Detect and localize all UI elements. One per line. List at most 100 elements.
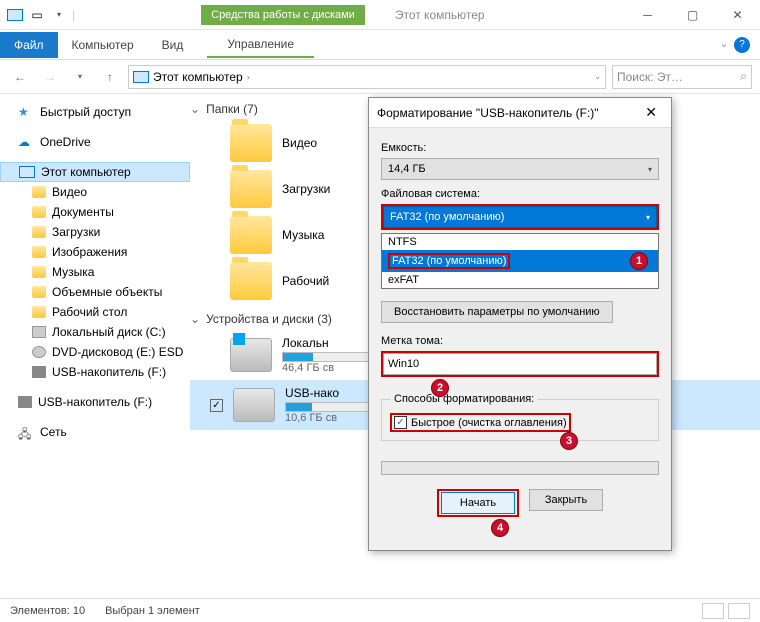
folder-icon xyxy=(230,124,272,162)
usb-icon xyxy=(18,396,32,408)
folder-icon xyxy=(230,170,272,208)
sidebar-item-documents[interactable]: Документы xyxy=(0,202,190,222)
drive-icon xyxy=(230,338,272,372)
sidebar-item-videos[interactable]: Видео xyxy=(0,182,190,202)
contextual-tab-header: Средства работы с дисками xyxy=(201,5,365,25)
callout-1: 1 xyxy=(630,252,648,270)
volume-label-label: Метка тома: xyxy=(381,335,659,347)
recent-locations-button[interactable]: ▾ xyxy=(68,65,92,89)
folder-icon xyxy=(32,226,46,238)
search-placeholder: Поиск: Эт… xyxy=(617,70,683,84)
folder-icon xyxy=(32,286,46,298)
disc-icon xyxy=(32,346,46,358)
sidebar-item-downloads[interactable]: Загрузки xyxy=(0,222,190,242)
address-bar: ← → ▾ ↑ Этот компьютер › ⌄ Поиск: Эт… ⌕ xyxy=(0,60,760,94)
capacity-select[interactable]: 14,4 ГБ▾ xyxy=(381,158,659,180)
filesystem-option-fat32[interactable]: FAT32 (по умолчанию) 1 xyxy=(382,250,658,272)
dialog-title: Форматирование "USB-накопитель (F:)" xyxy=(377,106,599,120)
drive-icon xyxy=(233,388,275,422)
sidebar-item-pictures[interactable]: Изображения xyxy=(0,242,190,262)
sidebar-item-music[interactable]: Музыка xyxy=(0,262,190,282)
filesystem-option-exfat[interactable]: exFAT xyxy=(382,272,658,288)
qat-dropdown-icon[interactable]: ▾ xyxy=(50,6,68,24)
pc-icon xyxy=(19,166,35,178)
window-controls: ─ ▢ ✕ xyxy=(625,0,760,30)
drive-icon xyxy=(32,326,46,338)
filesystem-dropdown: NTFS FAT32 (по умолчанию) 1 exFAT xyxy=(381,233,659,289)
view-large-icons-button[interactable] xyxy=(728,603,750,619)
restore-defaults-button[interactable]: Восстановить параметры по умолчанию xyxy=(381,301,613,323)
chevron-down-icon: ⌄ xyxy=(190,102,200,116)
format-dialog: Форматирование "USB-накопитель (F:)" ✕ Е… xyxy=(368,97,672,551)
ribbon-tab-computer[interactable]: Компьютер xyxy=(58,32,148,58)
location-icon xyxy=(133,71,149,83)
ribbon-tab-manage[interactable]: Управление xyxy=(207,32,314,58)
sidebar-onedrive[interactable]: ☁OneDrive xyxy=(0,132,190,152)
back-button[interactable]: ← xyxy=(8,65,32,89)
item-checkbox[interactable]: ✓ xyxy=(210,399,223,412)
address-dropdown-icon[interactable]: ⌄ xyxy=(594,72,601,81)
titlebar: ▭ ▾ | Средства работы с дисками Этот ком… xyxy=(0,0,760,30)
filesystem-option-ntfs[interactable]: NTFS xyxy=(382,234,658,250)
sidebar-quick-access[interactable]: ★Быстрый доступ xyxy=(0,102,190,122)
usb-icon xyxy=(32,366,46,378)
sidebar-usb-drive-f-2[interactable]: USB-накопитель (F:) xyxy=(0,392,190,412)
view-details-button[interactable] xyxy=(702,603,724,619)
status-bar: Элементов: 10 Выбран 1 элемент xyxy=(0,598,760,622)
chevron-down-icon: ▾ xyxy=(646,213,650,222)
help-icon[interactable]: ? xyxy=(734,37,750,53)
sidebar-item-dvd-drive-e[interactable]: DVD-дисковод (E:) ESD xyxy=(0,342,190,362)
maximize-button[interactable]: ▢ xyxy=(670,0,715,30)
folder-icon xyxy=(32,246,46,258)
folder-icon xyxy=(230,216,272,254)
star-icon: ★ xyxy=(18,105,34,119)
callout-3: 3 xyxy=(560,432,578,450)
volume-label-input[interactable]: Win10 xyxy=(383,353,657,375)
folder-icon xyxy=(32,186,46,198)
chevron-down-icon: ▾ xyxy=(648,165,652,174)
dialog-close-button[interactable]: ✕ xyxy=(639,104,663,121)
sidebar-network[interactable]: 🖧Сеть xyxy=(0,422,190,442)
close-format-button[interactable]: Закрыть xyxy=(529,489,603,511)
sidebar-this-pc[interactable]: Этот компьютер xyxy=(0,162,190,182)
sidebar-item-usb-drive-f[interactable]: USB-накопитель (F:) xyxy=(0,362,190,382)
status-selection: Выбран 1 элемент xyxy=(105,605,200,617)
format-progress-bar xyxy=(381,461,659,475)
cloud-icon: ☁ xyxy=(18,135,34,149)
navigation-pane: ★Быстрый доступ ☁OneDrive Этот компьютер… xyxy=(0,94,190,598)
qat-properties-icon[interactable]: ▭ xyxy=(28,6,46,24)
up-button[interactable]: ↑ xyxy=(98,65,122,89)
sidebar-item-desktop[interactable]: Рабочий стол xyxy=(0,302,190,322)
start-button[interactable]: Начать xyxy=(441,492,515,514)
format-methods-fieldset: Способы форматирования: ✓ Быстрое (очист… xyxy=(381,393,659,441)
folder-icon xyxy=(32,306,46,318)
quick-format-checkbox[interactable]: ✓ Быстрое (очистка оглавления) xyxy=(394,416,567,429)
status-item-count: Элементов: 10 xyxy=(10,605,85,617)
breadcrumb[interactable]: Этот компьютер xyxy=(153,70,243,84)
window-title: Этот компьютер xyxy=(395,8,485,22)
filesystem-label: Файловая система: xyxy=(381,188,659,200)
capacity-label: Емкость: xyxy=(381,142,659,154)
callout-2: 2 xyxy=(431,379,449,397)
sidebar-item-local-disk-c[interactable]: Локальный диск (C:) xyxy=(0,322,190,342)
folder-icon xyxy=(230,262,272,300)
ribbon-file-tab[interactable]: Файл xyxy=(0,32,58,58)
search-icon: ⌕ xyxy=(740,69,747,84)
folder-icon xyxy=(32,206,46,218)
quick-access-toolbar: ▭ ▾ | xyxy=(0,6,81,24)
close-button[interactable]: ✕ xyxy=(715,0,760,30)
forward-button[interactable]: → xyxy=(38,65,62,89)
app-icon xyxy=(6,6,24,24)
address-input[interactable]: Этот компьютер › ⌄ xyxy=(128,65,606,89)
ribbon-tab-view[interactable]: Вид xyxy=(148,32,198,58)
network-icon: 🖧 xyxy=(18,425,34,439)
search-input[interactable]: Поиск: Эт… ⌕ xyxy=(612,65,752,89)
dialog-titlebar: Форматирование "USB-накопитель (F:)" ✕ xyxy=(369,98,671,128)
sidebar-item-3d-objects[interactable]: Объемные объекты xyxy=(0,282,190,302)
folder-icon xyxy=(32,266,46,278)
minimize-button[interactable]: ─ xyxy=(625,0,670,30)
checkbox-icon: ✓ xyxy=(394,416,407,429)
ribbon-expand-icon[interactable]: ⌄ xyxy=(720,39,728,50)
filesystem-select[interactable]: FAT32 (по умолчанию)▾ xyxy=(383,206,657,228)
ribbon: Файл Компьютер Вид Управление ⌄ ? xyxy=(0,30,760,60)
